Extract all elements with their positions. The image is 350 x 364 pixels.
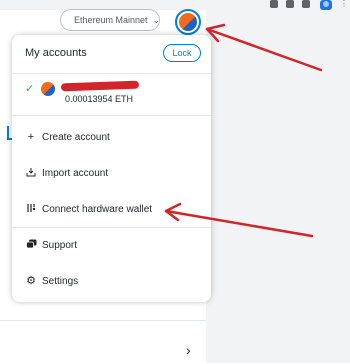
account-menu-button[interactable]	[175, 9, 201, 35]
extension-icon[interactable]	[302, 0, 310, 8]
plus-icon: +	[27, 130, 35, 143]
account-list-item[interactable]: ✓ 0.00013954 ETH	[12, 73, 211, 116]
import-icon	[24, 167, 38, 180]
account-menu-header: My accounts Lock	[12, 35, 211, 74]
menu-item-label: Create account	[42, 131, 110, 143]
gear-icon: ⚙	[26, 274, 36, 287]
connect-hardware-wallet-item[interactable]: Connect hardware wallet	[12, 194, 211, 224]
menu-item-label: Connect hardware wallet	[42, 203, 153, 215]
extension-icon[interactable]	[286, 0, 294, 8]
network-selector[interactable]: Ethereum Mainnet ⌄	[60, 9, 160, 31]
extension-icon[interactable]	[270, 0, 278, 8]
account-balance: 0.00013954 ETH	[65, 94, 134, 104]
account-menu: My accounts Lock ✓ 0.00013954 ETH + Crea…	[12, 35, 211, 302]
chevron-down-icon: ⌄	[152, 14, 161, 25]
lock-button[interactable]: Lock	[163, 44, 201, 62]
more-icon[interactable]: ⋮	[340, 0, 348, 10]
account-avatar-icon	[179, 13, 197, 31]
chevron-right-icon[interactable]: ›	[186, 342, 191, 358]
menu-item-label: Import account	[42, 167, 109, 179]
menu-item-label: Settings	[42, 275, 79, 287]
settings-item[interactable]: ⚙ Settings	[12, 266, 211, 296]
profile-icon[interactable]	[320, 0, 332, 10]
menu-divider	[12, 227, 211, 228]
support-item[interactable]: Support	[12, 230, 211, 260]
redacted-account-name	[60, 80, 140, 92]
account-menu-title: My accounts	[25, 47, 87, 59]
check-icon: ✓	[25, 83, 35, 95]
support-icon	[24, 239, 38, 252]
hardware-wallet-icon	[24, 203, 38, 216]
account-avatar-icon	[41, 82, 55, 96]
asset-row[interactable]	[0, 320, 206, 364]
import-account-item[interactable]: Import account	[12, 158, 211, 188]
page-background	[206, 10, 350, 363]
create-account-item[interactable]: + Create account	[12, 122, 211, 152]
menu-item-label: Support	[42, 239, 78, 251]
network-label: Ethereum Mainnet	[74, 15, 148, 25]
